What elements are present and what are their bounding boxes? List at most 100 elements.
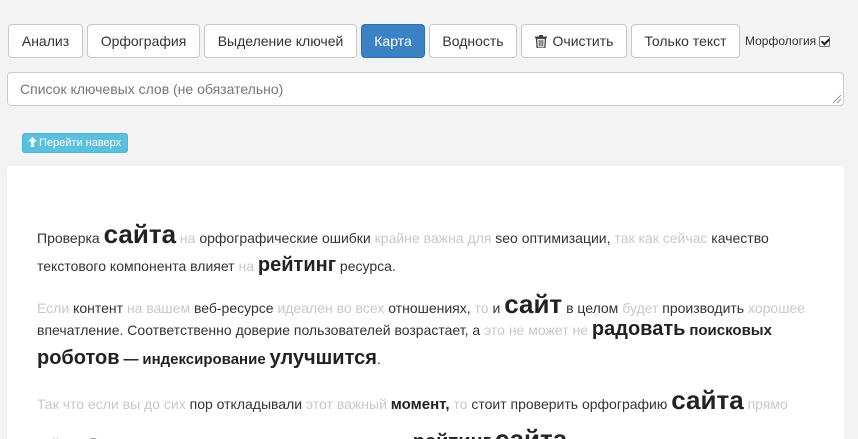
word: проверить	[510, 396, 579, 412]
word: и	[492, 300, 501, 316]
text-line: текстового компонента влияет на рейтинг …	[37, 255, 396, 275]
text-line: впечатление. Соответственно доверие поль…	[37, 319, 772, 339]
word: на	[238, 258, 254, 274]
word: хорошее	[748, 300, 806, 316]
keyword-map-panel: Проверка сайта на орфографические ошибки…	[7, 166, 844, 439]
word: если	[87, 396, 119, 412]
word: Соответственно	[127, 322, 232, 338]
clear-button-label: Очистить	[552, 33, 614, 49]
go-top-label: Перейти наверх	[39, 137, 122, 149]
word: крайне	[374, 230, 420, 246]
highlight-keys-button[interactable]: Выделение ключей	[204, 24, 357, 58]
word: среди	[571, 435, 609, 439]
word: целом	[577, 300, 619, 316]
water-button[interactable]: Водность	[429, 24, 517, 58]
arrow-up-icon	[28, 136, 37, 150]
word: противном	[103, 435, 173, 439]
trash-icon	[534, 34, 547, 48]
word: влияет	[190, 258, 235, 274]
word: оптимизации,	[521, 230, 611, 246]
word: сейчас.	[37, 435, 86, 439]
spelling-button[interactable]: Орфография	[87, 24, 200, 58]
word: впечатление.	[37, 322, 124, 338]
keyword: улучшится	[269, 347, 377, 369]
word: в	[566, 300, 574, 316]
word: до	[144, 396, 160, 412]
word: ошибки	[321, 230, 371, 246]
word: а	[472, 322, 481, 338]
keyword: момент,	[390, 396, 450, 413]
word: этот	[305, 396, 333, 412]
word: всех	[355, 300, 385, 316]
word: пор	[189, 396, 213, 412]
word: будет	[622, 300, 659, 316]
word: важный	[336, 396, 387, 412]
analyze-button[interactable]: Анализ	[8, 24, 83, 58]
word: доверие	[235, 322, 290, 338]
keyword: сайта	[671, 385, 744, 415]
word: орфографические	[199, 230, 319, 246]
word: компонента	[109, 258, 187, 274]
word: Если	[37, 300, 70, 316]
text-only-button[interactable]: Только текст	[631, 24, 740, 58]
keywords-input[interactable]: Список ключевых слов (не обязательно)	[7, 72, 844, 106]
checkbox-checked-icon[interactable]	[819, 35, 831, 47]
word: В	[89, 435, 98, 439]
text-line: Если контент на вашем веб-ресурсе идеале…	[37, 291, 805, 317]
word: поисковиков	[613, 435, 694, 439]
text-line: сейчас. В противном случае, велика вероя…	[37, 426, 760, 439]
keyword-map-text: Проверка сайта на орфографические ошибки…	[22, 184, 829, 439]
word: Проверка	[37, 230, 100, 246]
word: ресурса.	[339, 258, 396, 274]
word: вашем	[146, 300, 191, 316]
keyword: радовать	[591, 318, 686, 340]
word: сих	[163, 396, 186, 412]
morphology-toggle[interactable]: Морфология	[745, 34, 831, 48]
toolbar: Анализ Орфография Выделение ключей Карта…	[8, 24, 831, 58]
word: откладывали	[216, 396, 303, 412]
word: seo	[495, 230, 518, 246]
keyword: сайт	[504, 289, 563, 319]
word: то	[453, 396, 468, 412]
word: не	[572, 322, 589, 338]
word: как	[638, 230, 659, 246]
word: важна	[423, 230, 464, 246]
go-top-button[interactable]: Перейти наверх	[22, 133, 129, 153]
word: во	[336, 300, 352, 316]
keyword: вероятность,	[285, 435, 384, 439]
keyword: рейтинг	[413, 431, 491, 439]
keyword: —	[123, 351, 139, 368]
word: идеален	[277, 300, 333, 316]
resize-grip-icon[interactable]	[833, 95, 841, 103]
word: что	[62, 396, 85, 412]
word: веб-ресурсе	[193, 300, 274, 316]
word: Так	[37, 396, 59, 412]
word: что	[388, 435, 409, 439]
map-button[interactable]: Карта	[361, 24, 425, 58]
word: текстового	[37, 258, 107, 274]
keyword: велика	[229, 435, 281, 439]
text-line: роботов — индексирование улучшится.	[37, 348, 381, 368]
word: отношениях,	[388, 300, 471, 316]
word: для	[467, 230, 492, 246]
text-line: Проверка сайта на орфографические ошибки…	[37, 221, 769, 247]
word: это	[484, 322, 505, 338]
word: на	[126, 300, 143, 316]
word: качество	[711, 230, 769, 246]
word: случае,	[176, 435, 225, 439]
word: возрастает,	[394, 322, 469, 338]
keyword: поисковых	[689, 322, 772, 339]
word: может	[528, 322, 569, 338]
keyword: сайта	[103, 219, 177, 249]
text-line: Так что если вы до сих пор откладывали э…	[37, 387, 788, 413]
clear-button[interactable]: Очистить	[521, 24, 627, 58]
word: не	[508, 322, 525, 338]
word: то	[474, 300, 489, 316]
keyword: индексирование	[142, 351, 266, 368]
keywords-placeholder: Список ключевых слов (не обязательно)	[20, 81, 284, 97]
keyword: рейтинг	[257, 254, 337, 276]
word: вы	[122, 396, 141, 412]
word: прямо	[747, 396, 788, 412]
word: так	[614, 230, 635, 246]
keyword: сайта	[494, 424, 568, 439]
